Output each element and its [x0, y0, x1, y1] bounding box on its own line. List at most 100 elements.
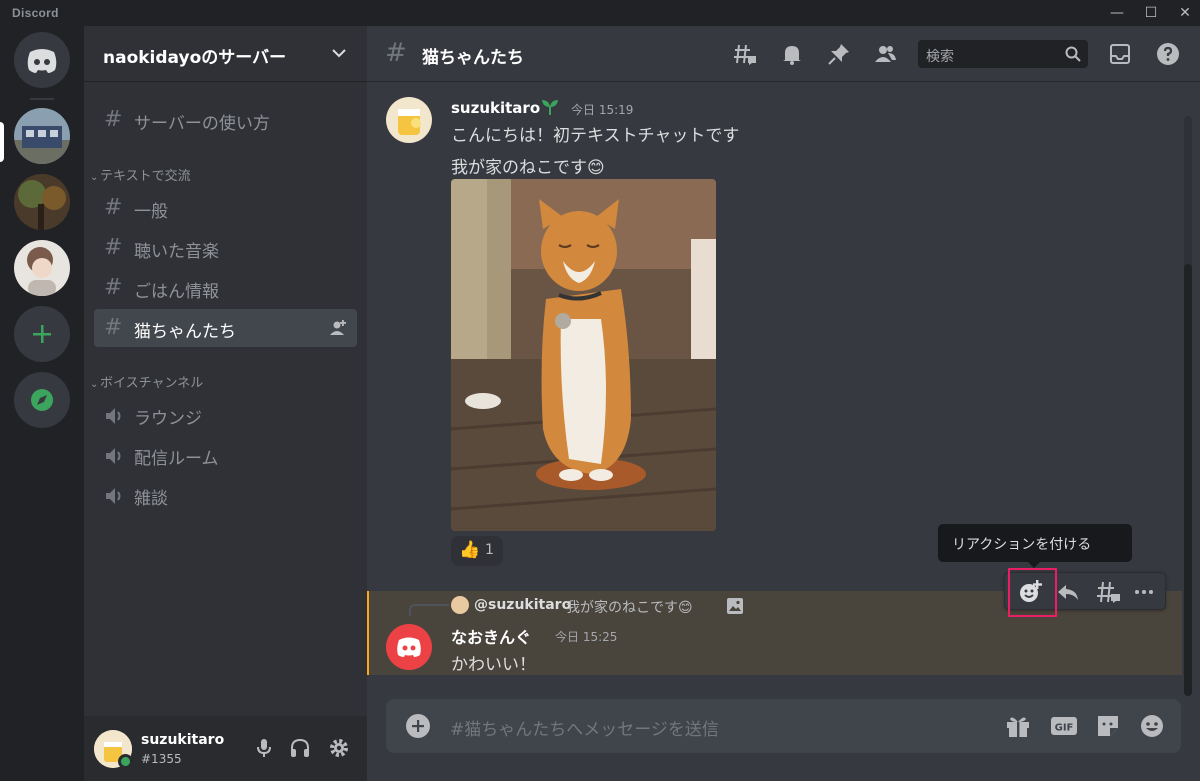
tooltip-text: リアクションを付ける	[952, 537, 1092, 553]
message-author[interactable]: suzukitaro	[451, 99, 540, 117]
channel-item-general[interactable]: # 一般	[94, 189, 357, 227]
more-options-icon[interactable]	[1129, 577, 1159, 607]
user-name: suzukitaro	[141, 732, 225, 748]
plus-icon	[412, 720, 424, 732]
sprout-badge-icon	[542, 100, 558, 115]
gear-icon[interactable]	[327, 736, 351, 760]
maximize-button[interactable]: ☐	[1137, 2, 1165, 24]
reply-icon[interactable]	[1053, 577, 1083, 607]
rail-separator	[30, 98, 54, 100]
message-avatar[interactable]	[386, 97, 432, 143]
discord-logo-icon	[397, 637, 421, 657]
invite-member-icon[interactable]	[329, 319, 347, 337]
chat-area: # 猫ちゃんたち 検索 suzukitaro 今日 15:19 こんにちは！初テ…	[367, 26, 1200, 781]
message-input-placeholder: #猫ちゃんたちへメッセージを送信	[450, 720, 719, 740]
speaker-icon	[106, 488, 121, 504]
search-input[interactable]: 検索	[918, 40, 1088, 68]
create-thread-icon[interactable]	[1093, 577, 1123, 607]
category-voice[interactable]: ⌄ ボイスチャンネル	[90, 372, 203, 391]
highlight-bar	[367, 591, 369, 675]
channel-item-guide[interactable]: # サーバーの使い方	[94, 101, 357, 139]
inbox-icon[interactable]	[1108, 42, 1132, 66]
category-text[interactable]: ⌄ テキストで交流	[90, 165, 191, 184]
channel-name: 聴いた音楽	[134, 242, 219, 262]
speaker-icon	[106, 408, 121, 424]
message-text: こんにちは！初テキストチャットです	[451, 126, 740, 146]
hash-icon: #	[104, 107, 123, 132]
reaction-thumbs-up[interactable]: 👍 1	[451, 536, 503, 566]
focus-highlight-box	[1008, 568, 1057, 617]
hash-icon: #	[104, 195, 123, 220]
server-icon-person[interactable]	[14, 240, 70, 296]
channel-sidebar: naokidayoのサーバー # サーバーの使い方 ⌄ テキストで交流 # 一般 …	[84, 26, 367, 781]
scrollbar-thumb[interactable]	[1184, 264, 1192, 696]
member-list-icon[interactable]	[873, 42, 897, 66]
channel-item-food[interactable]: # ごはん情報	[94, 269, 357, 307]
help-icon[interactable]	[1156, 42, 1180, 66]
user-tag: #1355	[141, 752, 182, 766]
message-avatar[interactable]	[386, 624, 432, 670]
category-label: テキストで交流	[100, 169, 191, 184]
reply-author[interactable]: @suzukitaro	[474, 597, 571, 613]
server-icon-train[interactable]	[14, 108, 70, 164]
image-icon	[727, 598, 743, 614]
headphones-icon[interactable]	[288, 736, 312, 760]
server-rail	[0, 26, 84, 781]
discord-logo-icon	[27, 49, 57, 73]
channel-name: 雑談	[134, 489, 168, 509]
voice-channel-chat[interactable]: 雑談	[94, 476, 357, 514]
channel-name: ごはん情報	[134, 282, 219, 302]
reply-avatar[interactable]	[451, 596, 469, 614]
channel-name: 配信ルーム	[134, 449, 219, 469]
reply-connector	[409, 604, 449, 616]
channel-item-cats[interactable]: # 猫ちゃんたち	[94, 309, 357, 347]
message-timestamp: 今日 15:25	[555, 630, 618, 644]
reaction-count: 1	[485, 542, 494, 558]
online-status-badge	[118, 754, 133, 769]
compass-icon	[31, 389, 53, 411]
chevron-down-icon	[332, 49, 346, 58]
gif-icon[interactable]: GIF	[1050, 713, 1078, 739]
reply-preview-text[interactable]: 我が家のねこです😊	[566, 597, 693, 617]
message-author[interactable]: なおきんぐ	[451, 624, 531, 648]
channel-name: 猫ちゃんたち	[134, 322, 236, 342]
title-bar: Discord — ☐ ✕	[0, 0, 1200, 26]
channel-title: 猫ちゃんたち	[422, 48, 524, 68]
svg-text:GIF: GIF	[1055, 723, 1074, 734]
emoji-icon[interactable]	[1138, 713, 1166, 739]
sticker-icon[interactable]	[1094, 713, 1122, 739]
search-placeholder: 検索	[926, 49, 954, 65]
category-label: ボイスチャンネル	[100, 376, 204, 391]
voice-channel-lounge[interactable]: ラウンジ	[94, 396, 357, 434]
add-server-button[interactable]	[14, 306, 70, 362]
minimize-button[interactable]: —	[1103, 2, 1131, 24]
speaker-icon	[106, 448, 121, 464]
channel-name: サーバーの使い方	[134, 114, 270, 134]
channel-item-music[interactable]: # 聴いた音楽	[94, 229, 357, 267]
close-button[interactable]: ✕	[1171, 2, 1199, 24]
chevron-down-icon: ⌄	[90, 172, 99, 183]
explore-servers-button[interactable]	[14, 372, 70, 428]
pin-icon[interactable]	[827, 42, 851, 66]
server-icon-forest[interactable]	[14, 174, 70, 230]
message-timestamp: 今日 15:19	[571, 103, 634, 117]
microphone-icon[interactable]	[252, 736, 276, 760]
notification-bell-icon[interactable]	[780, 42, 804, 66]
message-text: 我が家のねこです😊	[451, 158, 605, 178]
cat-photo-attachment[interactable]	[451, 179, 716, 531]
channel-name: 一般	[134, 202, 168, 222]
thumbs-up-icon: 👍	[459, 540, 481, 560]
gift-icon[interactable]	[1004, 713, 1032, 739]
server-header[interactable]: naokidayoのサーバー	[84, 26, 367, 82]
user-panel: suzukitaro #1355	[84, 716, 367, 781]
app-title: Discord	[12, 6, 59, 20]
channel-name: ラウンジ	[134, 409, 202, 429]
attach-button[interactable]	[406, 714, 430, 738]
voice-channel-stream[interactable]: 配信ルーム	[94, 436, 357, 474]
home-button[interactable]	[14, 32, 70, 88]
hash-icon: #	[104, 235, 123, 260]
message-composer[interactable]: #猫ちゃんたちへメッセージを送信 GIF	[386, 699, 1181, 753]
plus-icon	[33, 325, 51, 343]
threads-icon[interactable]	[733, 42, 757, 66]
tooltip: リアクションを付ける	[938, 524, 1132, 568]
